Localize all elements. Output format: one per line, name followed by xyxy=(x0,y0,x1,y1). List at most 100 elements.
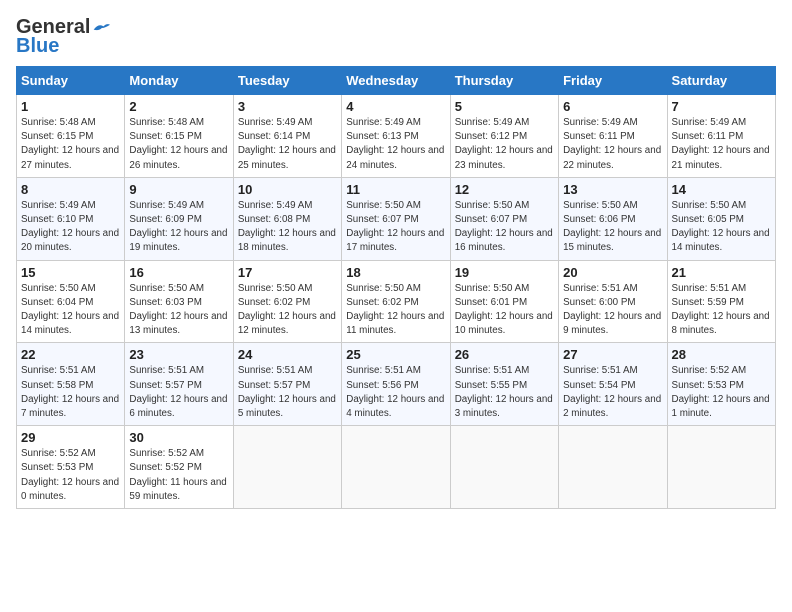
day-detail: Sunrise: 5:49 AMSunset: 6:12 PMDaylight:… xyxy=(455,116,554,173)
logo: General Blue xyxy=(16,16,110,58)
weekday-header-friday: Friday xyxy=(559,67,667,95)
calendar-day-cell xyxy=(559,426,667,509)
calendar-week-row: 1 Sunrise: 5:48 AMSunset: 6:15 PMDaylight… xyxy=(17,95,776,178)
calendar-day-cell: 29 Sunrise: 5:52 AMSunset: 5:53 PMDayligh… xyxy=(17,426,125,509)
day-number: 17 xyxy=(238,265,337,280)
day-detail: Sunrise: 5:52 AMSunset: 5:53 PMDaylight:… xyxy=(21,447,120,504)
day-detail: Sunrise: 5:50 AMSunset: 6:01 PMDaylight:… xyxy=(455,282,554,339)
day-detail: Sunrise: 5:49 AMSunset: 6:11 PMDaylight:… xyxy=(672,116,771,173)
day-number: 28 xyxy=(672,347,771,362)
day-detail: Sunrise: 5:51 AMSunset: 5:59 PMDaylight:… xyxy=(672,282,771,339)
calendar-day-cell: 12Sunrise: 5:50 AMSunset: 6:07 PMDayligh… xyxy=(450,177,558,260)
calendar-day-cell: 4Sunrise: 5:49 AMSunset: 6:13 PMDaylight… xyxy=(342,95,450,178)
logo-bird-icon xyxy=(92,21,110,35)
day-number: 15 xyxy=(21,265,120,280)
day-number: 23 xyxy=(129,347,228,362)
weekday-header-thursday: Thursday xyxy=(450,67,558,95)
day-number: 4 xyxy=(346,99,445,114)
day-detail: Sunrise: 5:50 AMSunset: 6:03 PMDaylight:… xyxy=(129,282,228,339)
calendar-day-cell: 27Sunrise: 5:51 AMSunset: 5:54 PMDayligh… xyxy=(559,343,667,426)
calendar-day-cell: 21 Sunrise: 5:51 AMSunset: 5:59 PMDayligh… xyxy=(667,260,775,343)
weekday-header-sunday: Sunday xyxy=(17,67,125,95)
day-number: 26 xyxy=(455,347,554,362)
day-detail: Sunrise: 5:52 AMSunset: 5:52 PMDaylight:… xyxy=(129,447,228,504)
calendar-day-cell xyxy=(667,426,775,509)
calendar-day-cell: 23 Sunrise: 5:51 AMSunset: 5:57 PMDayligh… xyxy=(125,343,233,426)
calendar-day-cell: 14 Sunrise: 5:50 AMSunset: 6:05 PMDayligh… xyxy=(667,177,775,260)
calendar-week-row: 29 Sunrise: 5:52 AMSunset: 5:53 PMDayligh… xyxy=(17,426,776,509)
day-number: 12 xyxy=(455,182,554,197)
day-detail: Sunrise: 5:49 AMSunset: 6:14 PMDaylight:… xyxy=(238,116,337,173)
day-detail: Sunrise: 5:50 AMSunset: 6:06 PMDaylight:… xyxy=(563,199,662,256)
calendar-day-cell: 19 Sunrise: 5:50 AMSunset: 6:01 PMDayligh… xyxy=(450,260,558,343)
day-number: 18 xyxy=(346,265,445,280)
calendar-day-cell: 22 Sunrise: 5:51 AMSunset: 5:58 PMDayligh… xyxy=(17,343,125,426)
day-detail: Sunrise: 5:49 AMSunset: 6:11 PMDaylight:… xyxy=(563,116,662,173)
day-number: 24 xyxy=(238,347,337,362)
day-detail: Sunrise: 5:51 AMSunset: 5:56 PMDaylight:… xyxy=(346,364,445,421)
day-number: 9 xyxy=(129,182,228,197)
weekday-header-saturday: Saturday xyxy=(667,67,775,95)
day-number: 5 xyxy=(455,99,554,114)
calendar-day-cell: 16 Sunrise: 5:50 AMSunset: 6:03 PMDayligh… xyxy=(125,260,233,343)
logo-blue: Blue xyxy=(16,35,59,58)
day-number: 25 xyxy=(346,347,445,362)
calendar-week-row: 22 Sunrise: 5:51 AMSunset: 5:58 PMDayligh… xyxy=(17,343,776,426)
day-number: 19 xyxy=(455,265,554,280)
day-detail: Sunrise: 5:49 AMSunset: 6:09 PMDaylight:… xyxy=(129,199,228,256)
day-detail: Sunrise: 5:51 AMSunset: 5:57 PMDaylight:… xyxy=(238,364,337,421)
calendar-day-cell: 2Sunrise: 5:48 AMSunset: 6:15 PMDaylight… xyxy=(125,95,233,178)
calendar-day-cell: 5 Sunrise: 5:49 AMSunset: 6:12 PMDaylight… xyxy=(450,95,558,178)
calendar-day-cell xyxy=(342,426,450,509)
calendar-day-cell: 6 Sunrise: 5:49 AMSunset: 6:11 PMDaylight… xyxy=(559,95,667,178)
calendar-day-cell: 13Sunrise: 5:50 AMSunset: 6:06 PMDayligh… xyxy=(559,177,667,260)
weekday-header-tuesday: Tuesday xyxy=(233,67,341,95)
day-number: 6 xyxy=(563,99,662,114)
page-header: General Blue xyxy=(16,16,776,58)
day-number: 16 xyxy=(129,265,228,280)
day-number: 3 xyxy=(238,99,337,114)
day-number: 29 xyxy=(21,430,120,445)
calendar-week-row: 8Sunrise: 5:49 AMSunset: 6:10 PMDaylight… xyxy=(17,177,776,260)
calendar-day-cell: 25 Sunrise: 5:51 AMSunset: 5:56 PMDayligh… xyxy=(342,343,450,426)
calendar-day-cell: 10Sunrise: 5:49 AMSunset: 6:08 PMDayligh… xyxy=(233,177,341,260)
calendar-week-row: 15Sunrise: 5:50 AMSunset: 6:04 PMDayligh… xyxy=(17,260,776,343)
day-number: 21 xyxy=(672,265,771,280)
day-detail: Sunrise: 5:48 AMSunset: 6:15 PMDaylight:… xyxy=(21,116,120,173)
day-number: 14 xyxy=(672,182,771,197)
day-detail: Sunrise: 5:51 AMSunset: 5:55 PMDaylight:… xyxy=(455,364,554,421)
calendar-day-cell: 15Sunrise: 5:50 AMSunset: 6:04 PMDayligh… xyxy=(17,260,125,343)
calendar-day-cell: 1 Sunrise: 5:48 AMSunset: 6:15 PMDaylight… xyxy=(17,95,125,178)
day-number: 22 xyxy=(21,347,120,362)
day-number: 10 xyxy=(238,182,337,197)
day-number: 2 xyxy=(129,99,228,114)
day-detail: Sunrise: 5:50 AMSunset: 6:02 PMDaylight:… xyxy=(346,282,445,339)
calendar-day-cell: 9 Sunrise: 5:49 AMSunset: 6:09 PMDaylight… xyxy=(125,177,233,260)
calendar-day-cell xyxy=(233,426,341,509)
day-detail: Sunrise: 5:51 AMSunset: 5:58 PMDaylight:… xyxy=(21,364,120,421)
day-number: 27 xyxy=(563,347,662,362)
weekday-header-wednesday: Wednesday xyxy=(342,67,450,95)
calendar-table: SundayMondayTuesdayWednesdayThursdayFrid… xyxy=(16,66,776,509)
day-detail: Sunrise: 5:50 AMSunset: 6:02 PMDaylight:… xyxy=(238,282,337,339)
calendar-day-cell: 8Sunrise: 5:49 AMSunset: 6:10 PMDaylight… xyxy=(17,177,125,260)
day-number: 1 xyxy=(21,99,120,114)
day-number: 7 xyxy=(672,99,771,114)
calendar-day-cell: 30Sunrise: 5:52 AMSunset: 5:52 PMDayligh… xyxy=(125,426,233,509)
day-detail: Sunrise: 5:52 AMSunset: 5:53 PMDaylight:… xyxy=(672,364,771,421)
day-detail: Sunrise: 5:51 AMSunset: 5:57 PMDaylight:… xyxy=(129,364,228,421)
calendar-day-cell: 3 Sunrise: 5:49 AMSunset: 6:14 PMDaylight… xyxy=(233,95,341,178)
calendar-day-cell xyxy=(450,426,558,509)
day-detail: Sunrise: 5:49 AMSunset: 6:10 PMDaylight:… xyxy=(21,199,120,256)
weekday-header-monday: Monday xyxy=(125,67,233,95)
calendar-day-cell: 26 Sunrise: 5:51 AMSunset: 5:55 PMDayligh… xyxy=(450,343,558,426)
calendar-day-cell: 18 Sunrise: 5:50 AMSunset: 6:02 PMDayligh… xyxy=(342,260,450,343)
calendar-day-cell: 24 Sunrise: 5:51 AMSunset: 5:57 PMDayligh… xyxy=(233,343,341,426)
calendar-day-cell: 11Sunrise: 5:50 AMSunset: 6:07 PMDayligh… xyxy=(342,177,450,260)
calendar-day-cell: 20Sunrise: 5:51 AMSunset: 6:00 PMDayligh… xyxy=(559,260,667,343)
calendar-day-cell: 7 Sunrise: 5:49 AMSunset: 6:11 PMDaylight… xyxy=(667,95,775,178)
day-number: 11 xyxy=(346,182,445,197)
calendar-day-cell: 28 Sunrise: 5:52 AMSunset: 5:53 PMDayligh… xyxy=(667,343,775,426)
day-detail: Sunrise: 5:50 AMSunset: 6:05 PMDaylight:… xyxy=(672,199,771,256)
weekday-header-row: SundayMondayTuesdayWednesdayThursdayFrid… xyxy=(17,67,776,95)
